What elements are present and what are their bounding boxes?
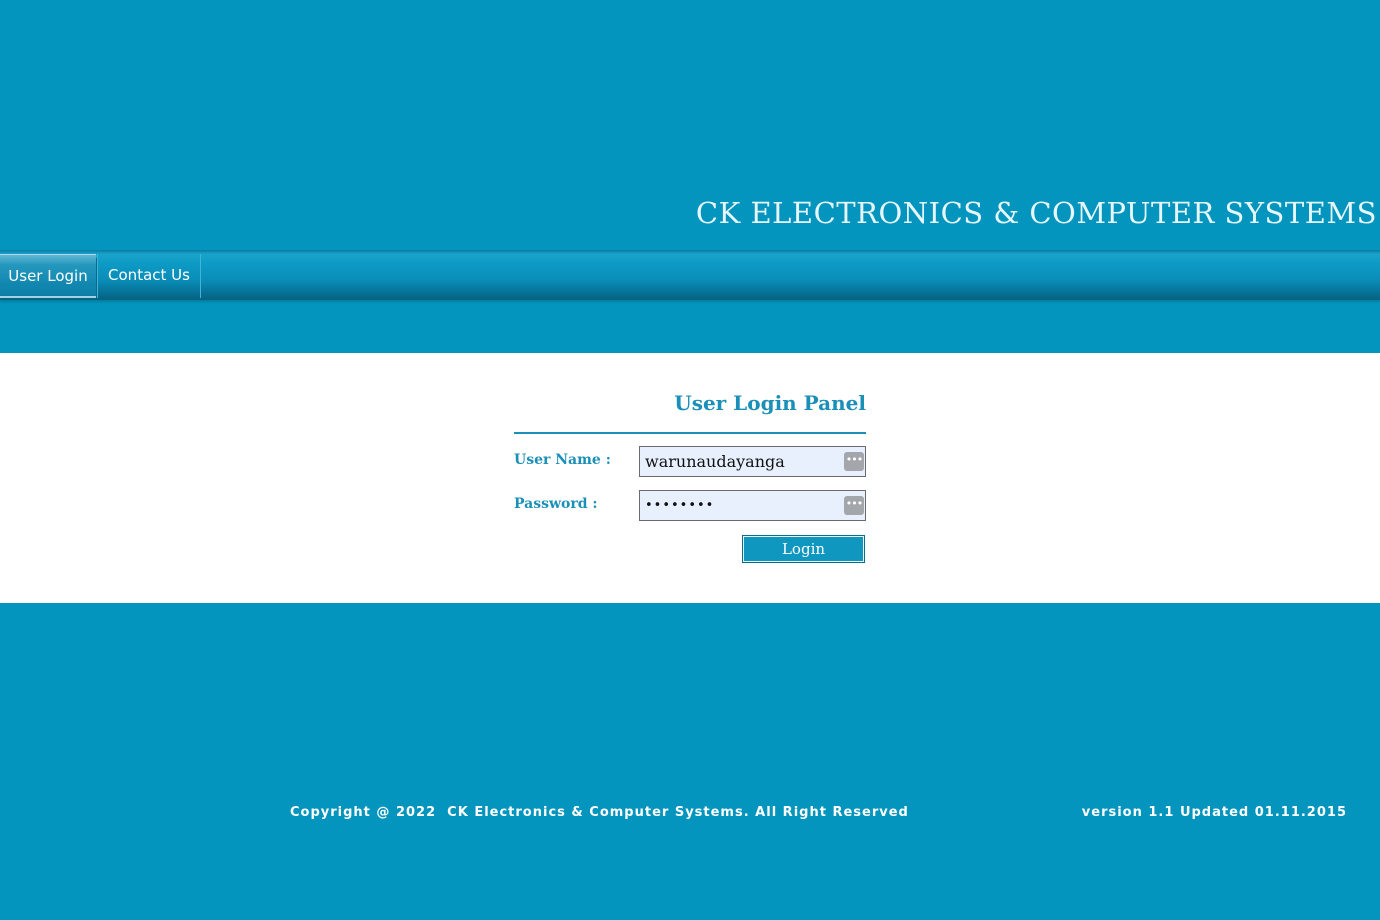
nav-item-contact-us[interactable]: Contact Us bbox=[97, 254, 201, 298]
panel-divider bbox=[514, 432, 866, 434]
copyright-text: Copyright @ 2022 CK Electronics & Comput… bbox=[290, 805, 909, 820]
navbar: User Login Contact Us bbox=[0, 250, 1380, 300]
brand-title: CK ELECTRONICS & COMPUTER SYSTEMS bbox=[695, 196, 1377, 230]
password-input[interactable]: •••••••• bbox=[639, 490, 866, 521]
version-text: version 1.1 Updated 01.11.2015 bbox=[1081, 805, 1347, 820]
password-manager-icon[interactable]: ••• bbox=[844, 452, 864, 471]
login-panel: User Login Panel User Name : warunaudaya… bbox=[514, 353, 866, 603]
footer: Copyright @ 2022 CK Electronics & Comput… bbox=[0, 603, 1380, 920]
username-label: User Name : bbox=[514, 452, 611, 468]
content-area: User Login Panel User Name : warunaudaya… bbox=[0, 353, 1380, 603]
username-input[interactable]: warunaudayanga bbox=[639, 446, 866, 477]
header: CK ELECTRONICS & COMPUTER SYSTEMS bbox=[0, 0, 1380, 250]
panel-title: User Login Panel bbox=[674, 391, 866, 415]
nav-item-user-login[interactable]: User Login bbox=[0, 254, 96, 298]
password-label: Password : bbox=[514, 496, 598, 512]
password-manager-icon[interactable]: ••• bbox=[844, 496, 864, 515]
login-button[interactable]: Login bbox=[742, 535, 865, 563]
